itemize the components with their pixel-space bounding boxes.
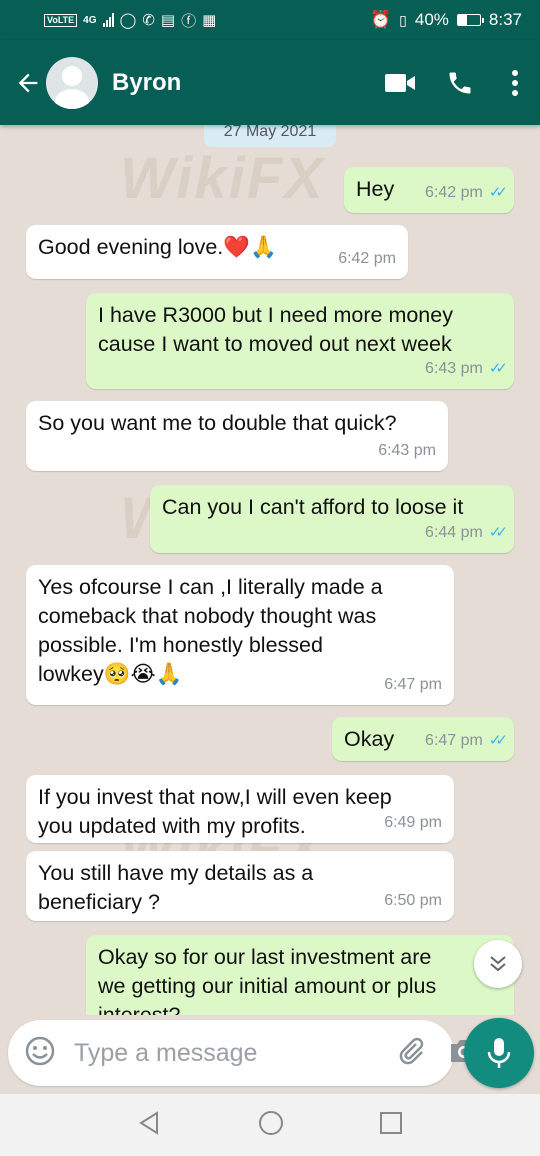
message-time: 6:42 pm — [425, 184, 483, 201]
message-time: 6:50 pm — [384, 892, 442, 909]
message-incoming[interactable]: Good evening love.❤️🙏 6:42 pm — [26, 225, 408, 279]
message-time: 6:49 pm — [384, 814, 442, 831]
message-text: I have R3000 but I need more money cause… — [98, 303, 453, 356]
message-time: 6:47 pm — [384, 676, 442, 693]
attach-icon[interactable] — [396, 1036, 426, 1071]
alarm-icon: ⏰ — [369, 10, 392, 29]
double-chevron-down-icon — [490, 956, 506, 972]
call-notification-icon: ✆ — [142, 12, 155, 29]
message-time: 6:43 pm — [378, 442, 436, 459]
message-outgoing[interactable]: Okay so for our last investment are we g… — [86, 935, 514, 1015]
message-text: Can you I can't afford to loose it — [162, 495, 464, 519]
message-time: 6:43 pm — [425, 360, 483, 377]
message-text: Okay so for our last investment are we g… — [98, 945, 437, 1015]
message-incoming[interactable]: So you want me to double that quick? 6:4… — [26, 401, 448, 471]
date-chip: 27 May 2021 — [204, 125, 336, 147]
back-nav-icon[interactable] — [137, 1110, 163, 1141]
voice-message-button[interactable] — [464, 1018, 534, 1088]
battery-percent: 40% — [414, 10, 449, 29]
message-time: 6:47 pm — [425, 732, 483, 749]
message-outgoing[interactable]: Hey 6:42 pm ✓✓ — [344, 167, 514, 213]
clock: 8:37 — [488, 10, 522, 29]
volte-icon: VoLTE — [44, 13, 78, 27]
message-outgoing[interactable]: Can you I can't afford to loose it 6:44 … — [150, 485, 514, 553]
back-arrow-icon[interactable] — [8, 69, 48, 97]
message-time: 6:42 pm — [338, 250, 396, 267]
message-outgoing[interactable]: I have R3000 but I need more money cause… — [86, 293, 514, 389]
message-composer — [8, 1020, 477, 1086]
message-text: So you want me to double that quick? — [38, 411, 397, 435]
microphone-icon — [487, 1038, 511, 1068]
message-input[interactable] — [74, 1038, 396, 1068]
calendar-notification-icon: ▦ — [202, 12, 217, 29]
chat-header: Byron — [0, 40, 540, 125]
more-options-icon[interactable] — [490, 69, 540, 97]
message-incoming[interactable]: Yes ofcourse I can ,I literally made a c… — [26, 565, 454, 705]
facebook-notification-icon: ⓕ — [181, 12, 197, 30]
chat-area[interactable]: WikiFX WikiFX WikiFX 27 May 2021 Hey 6:4… — [0, 125, 540, 1015]
status-bar: VoLTE 4G ◯ ✆ ▤ ⓕ ▦ ⏰ ▯ 40% 8:37 — [0, 0, 540, 40]
scroll-to-bottom-button[interactable] — [474, 940, 522, 988]
video-call-icon[interactable] — [370, 71, 430, 95]
message-text: Good evening love.❤️🙏 — [38, 235, 277, 259]
whatsapp-notification-icon: ◯ — [119, 12, 137, 29]
message-outgoing[interactable]: Okay 6:47 pm ✓✓ — [332, 717, 514, 761]
system-navigation-bar — [0, 1094, 540, 1156]
avatar[interactable] — [46, 56, 98, 109]
read-ticks-icon: ✓✓ — [488, 184, 508, 201]
signal-icon — [102, 13, 114, 27]
read-ticks-icon: ✓✓ — [488, 524, 508, 541]
message-time: 6:44 pm — [425, 524, 483, 541]
recents-nav-icon[interactable] — [379, 1111, 403, 1140]
message-text: Hey — [356, 177, 395, 201]
news-notification-icon: ▤ — [160, 12, 176, 29]
network-type: 4G — [83, 14, 97, 26]
read-ticks-icon: ✓✓ — [488, 360, 508, 377]
emoji-icon[interactable] — [24, 1035, 56, 1072]
message-incoming[interactable]: If you invest that now,I will even keep … — [26, 775, 454, 843]
battery-icon — [456, 14, 484, 26]
message-text: Yes ofcourse I can ,I literally made a c… — [38, 575, 383, 686]
home-nav-icon[interactable] — [258, 1110, 284, 1141]
voice-call-icon[interactable] — [430, 69, 490, 97]
read-ticks-icon: ✓✓ — [488, 732, 508, 749]
message-text: You still have my details as a beneficia… — [38, 861, 314, 914]
watermark: WikiFX — [120, 146, 325, 211]
message-text: If you invest that now,I will even keep … — [38, 785, 392, 838]
contact-name[interactable]: Byron — [112, 69, 370, 97]
vibrate-icon: ▯ — [399, 11, 407, 28]
message-text: Okay — [344, 727, 395, 751]
message-incoming[interactable]: You still have my details as a beneficia… — [26, 851, 454, 921]
